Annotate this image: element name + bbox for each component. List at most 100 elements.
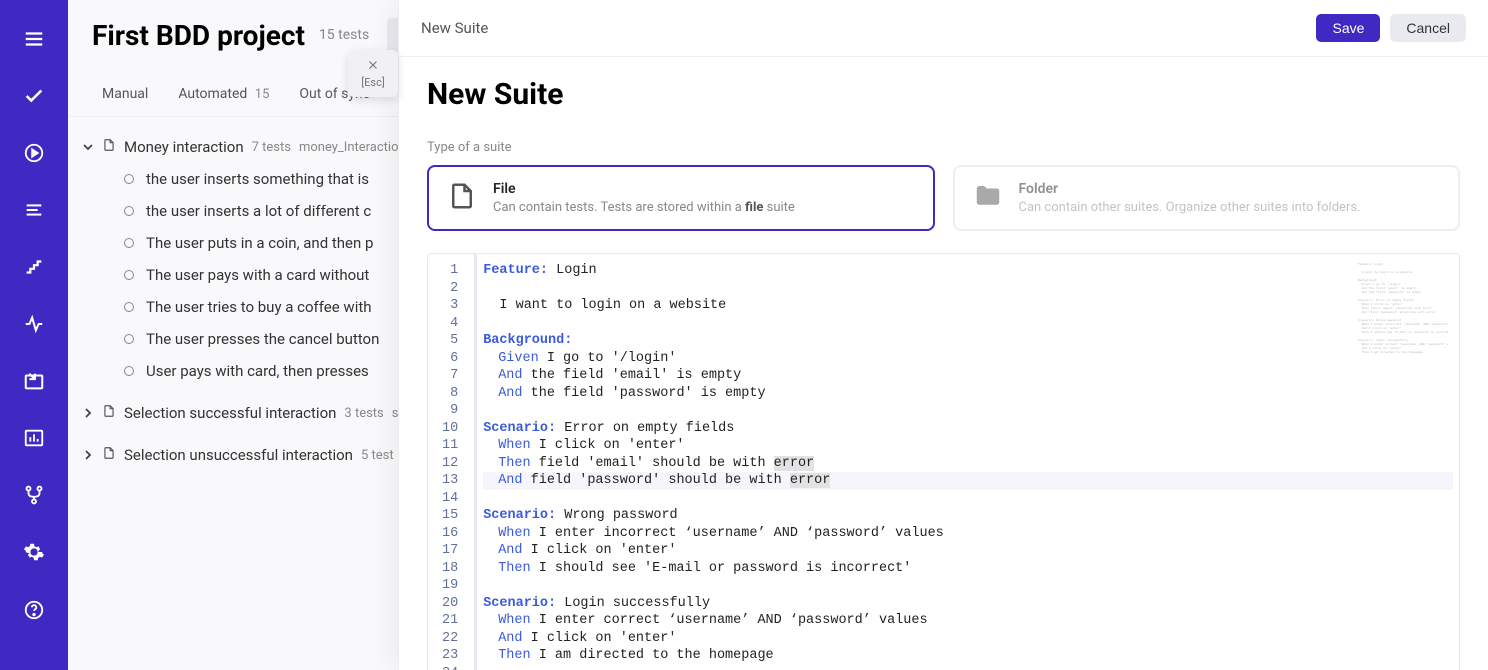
file-card-title: File — [493, 181, 915, 197]
folder-card-body: Folder Can contain other suites. Organiz… — [1019, 181, 1441, 215]
code-editor[interactable]: 123456789101112131415161718192021222324 … — [427, 253, 1460, 670]
tree-group-tests-count: 7 tests — [252, 140, 291, 155]
code-line: Scenario: Wrong password — [483, 507, 1453, 525]
tree-item-label: The user pays with a card without — [146, 266, 369, 284]
gutter-line: 18 — [442, 560, 468, 578]
check-icon[interactable] — [16, 79, 52, 112]
status-bullet — [124, 238, 134, 248]
tree-group-tests-count: 5 test — [361, 448, 394, 463]
tree-group-title: Money interaction — [124, 138, 244, 156]
menu-icon[interactable] — [16, 22, 52, 55]
file-icon — [447, 181, 477, 215]
code-line: Feature: Login — [483, 262, 1453, 280]
save-button[interactable]: Save — [1316, 14, 1380, 42]
gutter-line: 12 — [442, 455, 468, 473]
tree-item-label: The user puts in a coin, and then p — [146, 234, 373, 252]
project-title: First BDD project — [92, 19, 305, 52]
gutter-line: 23 — [442, 647, 468, 665]
suite-type-folder[interactable]: Folder Can contain other suites. Organiz… — [953, 165, 1461, 231]
gear-icon[interactable] — [16, 535, 52, 568]
code-line: When I enter incorrect ‘username’ AND ‘p… — [483, 525, 1453, 543]
gutter-line: 9 — [442, 402, 468, 420]
panel-body: New Suite Type of a suite File Can conta… — [399, 57, 1488, 670]
close-panel-button[interactable]: [Esc] — [348, 50, 398, 97]
branch-icon[interactable] — [16, 478, 52, 511]
tree-item-label: The user presses the cancel button — [146, 330, 379, 348]
gutter-line: 14 — [442, 490, 468, 508]
code-line: I want to login on a website — [483, 297, 1453, 315]
gutter-line: 21 — [442, 612, 468, 630]
tree-group-title: Selection unsuccessful interaction — [124, 446, 353, 464]
gutter-line: 17 — [442, 542, 468, 560]
code-line: Then field 'email' should be with error — [483, 455, 1453, 473]
new-suite-panel: New Suite Save Cancel New Suite Type of … — [398, 0, 1488, 670]
code-line — [483, 315, 1453, 333]
gutter-line: 6 — [442, 350, 468, 368]
tab-automated[interactable]: Automated 15 — [178, 86, 269, 102]
code-line — [483, 665, 1453, 670]
gutter-line: 16 — [442, 525, 468, 543]
tree-item-label: The user tries to buy a coffee with — [146, 298, 372, 316]
code-line: Then I am directed to the homepage — [483, 647, 1453, 665]
type-of-suite-label: Type of a suite — [427, 140, 1460, 155]
file-card-body: File Can contain tests. Tests are stored… — [493, 181, 915, 215]
file-desc-bold: file — [745, 200, 763, 215]
gutter-line: 2 — [442, 280, 468, 298]
code-line: And the field 'password' is empty — [483, 385, 1453, 403]
panel-topbar: New Suite Save Cancel — [399, 0, 1488, 57]
list-icon[interactable] — [16, 193, 52, 226]
gutter-line: 15 — [442, 507, 468, 525]
gutter-line: 5 — [442, 332, 468, 350]
gutter-line: 11 — [442, 437, 468, 455]
chevron-down-icon — [82, 142, 94, 152]
file-card-desc: Can contain tests. Tests are stored with… — [493, 200, 915, 215]
chart-icon[interactable] — [16, 421, 52, 454]
gutter-line: 20 — [442, 595, 468, 613]
tab-automated-label: Automated — [178, 86, 247, 102]
chevron-right-icon — [82, 408, 94, 418]
gutter-line: 7 — [442, 367, 468, 385]
code-line: And field 'password' should be with erro… — [483, 472, 1453, 490]
gutter-line: 13 — [442, 472, 468, 490]
play-circle-icon[interactable] — [16, 136, 52, 169]
code-line — [483, 280, 1453, 298]
code-line: And I click on 'enter' — [483, 542, 1453, 560]
file-icon — [102, 137, 116, 157]
chevron-right-icon — [82, 450, 94, 460]
code-line: And the field 'email' is empty — [483, 367, 1453, 385]
activity-icon[interactable] — [16, 307, 52, 340]
status-bullet — [124, 270, 134, 280]
panel-actions: Save Cancel — [1316, 14, 1466, 42]
folder-card-title: Folder — [1019, 181, 1441, 197]
code-line: Given I go to '/login' — [483, 350, 1453, 368]
cancel-button[interactable]: Cancel — [1390, 14, 1466, 42]
suite-type-file[interactable]: File Can contain tests. Tests are stored… — [427, 165, 935, 231]
gutter-line: 22 — [442, 630, 468, 648]
status-bullet — [124, 206, 134, 216]
code-line — [483, 577, 1453, 595]
sidenav — [0, 0, 68, 670]
page-title: New Suite — [427, 77, 1460, 112]
folder-card-desc: Can contain other suites. Organize other… — [1019, 200, 1441, 215]
code-line: When I click on 'enter' — [483, 437, 1453, 455]
code-line: Background: — [483, 332, 1453, 350]
steps-icon[interactable] — [16, 250, 52, 283]
status-bullet — [124, 174, 134, 184]
status-bullet — [124, 334, 134, 344]
editor-code[interactable]: Feature: Login I want to login on a webs… — [474, 254, 1459, 670]
gutter-line: 10 — [442, 420, 468, 438]
file-desc-post: suite — [763, 200, 794, 215]
tab-manual[interactable]: Manual — [102, 86, 148, 102]
tree-group-filename: money_Interactions — [299, 140, 412, 155]
tree-group-tests-count: 3 tests — [344, 406, 383, 421]
import-icon[interactable] — [16, 364, 52, 397]
code-line — [483, 490, 1453, 508]
gutter-line: 19 — [442, 577, 468, 595]
close-esc-label: [Esc] — [361, 76, 385, 89]
tests-count: 15 tests — [319, 27, 369, 43]
gutter-line: 1 — [442, 262, 468, 280]
code-line: Then I should see 'E-mail or password is… — [483, 560, 1453, 578]
close-icon — [366, 58, 380, 72]
code-line — [483, 402, 1453, 420]
help-icon[interactable] — [16, 592, 52, 628]
